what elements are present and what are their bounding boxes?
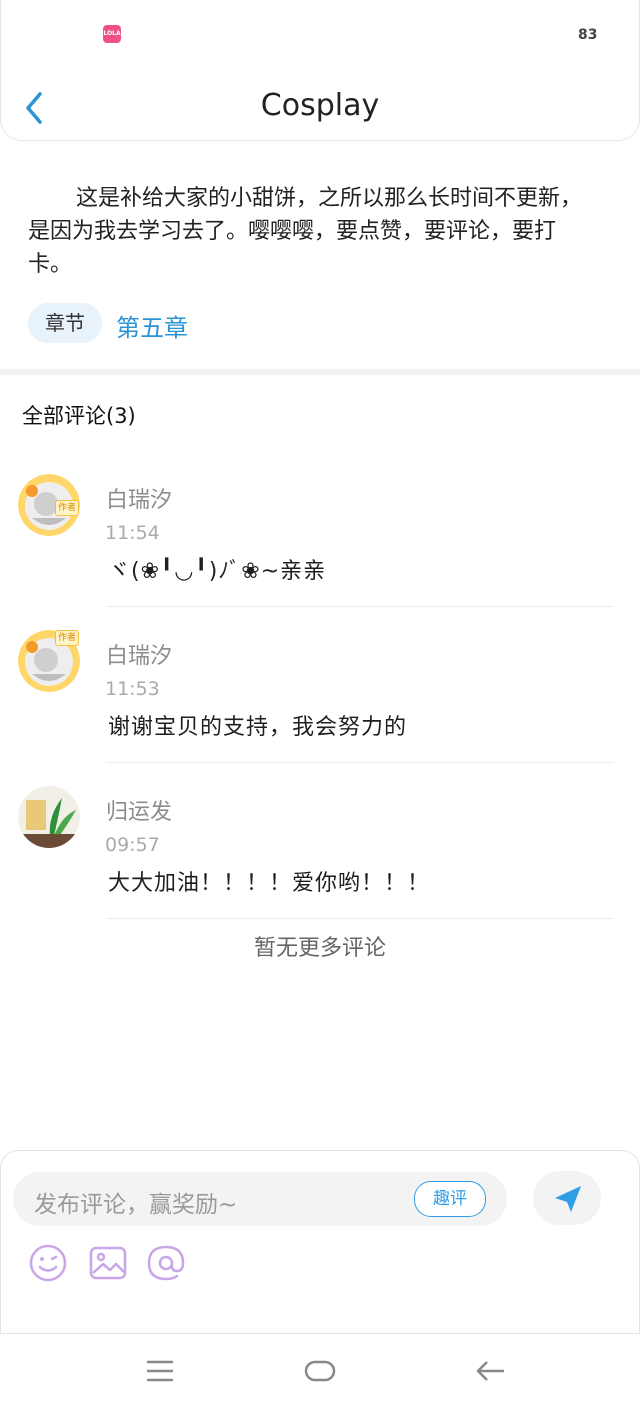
page-title: Cosplay bbox=[260, 88, 380, 123]
chapter-intro: 这是补给大家的小甜饼，之所以那么长时间不更新，是因为我去学习去了。嘤嘤嘤，要点赞… bbox=[28, 186, 583, 277]
comment-item: 归运发 09:57 大大加油！！！！爱你哟！！！ bbox=[0, 772, 640, 922]
author-badge: 作者 bbox=[55, 630, 79, 646]
nav-back-button[interactable] bbox=[470, 1356, 510, 1386]
app-badge-icon: LOLA bbox=[103, 25, 121, 43]
send-icon bbox=[555, 1186, 581, 1212]
comment-divider bbox=[106, 918, 614, 919]
quping-button[interactable]: 趣评 bbox=[414, 1181, 486, 1217]
comment-text: 谢谢宝贝的支持，我会努力的 bbox=[108, 715, 408, 740]
chapter-tag: 章节 bbox=[28, 303, 102, 343]
comment-divider bbox=[106, 606, 614, 607]
comment-item: 作者 白瑞汐 11:54 ヾ(❀╹◡╹)ﾉﾞ❀~亲亲 bbox=[0, 460, 640, 610]
home-button[interactable] bbox=[300, 1356, 340, 1386]
image-icon bbox=[89, 1246, 127, 1280]
comment-author[interactable]: 白瑞汐 bbox=[106, 482, 172, 514]
comment-author[interactable]: 白瑞汐 bbox=[106, 638, 172, 670]
home-icon bbox=[304, 1360, 336, 1382]
comment-text: ヾ(❀╹◡╹)ﾉﾞ❀~亲亲 bbox=[108, 559, 327, 584]
comment-author[interactable]: 归运发 bbox=[106, 794, 172, 826]
author-badge: 作者 bbox=[55, 500, 79, 516]
comment-text: 大大加油！！！！爱你哟！！！ bbox=[108, 871, 431, 896]
comment-time: 11:54 bbox=[105, 522, 160, 544]
image-button[interactable] bbox=[88, 1243, 128, 1283]
send-button[interactable] bbox=[533, 1171, 601, 1225]
comment-item: 作者 白瑞汐 11:53 谢谢宝贝的支持，我会努力的 bbox=[0, 616, 640, 766]
emoji-button[interactable] bbox=[28, 1243, 68, 1283]
comment-time: 09:57 bbox=[105, 834, 160, 856]
back-arrow-icon bbox=[476, 1361, 504, 1381]
chapter-link[interactable]: 第五章 bbox=[116, 308, 188, 343]
menu-button[interactable] bbox=[140, 1356, 180, 1386]
emoji-icon bbox=[29, 1244, 67, 1282]
comment-divider bbox=[106, 762, 614, 763]
comment-input-placeholder: 发布评论，赢奖励~ bbox=[34, 1192, 238, 1218]
at-button[interactable] bbox=[146, 1243, 186, 1283]
comment-time: 11:53 bbox=[105, 678, 160, 700]
plant-avatar-icon[interactable] bbox=[18, 786, 80, 848]
section-divider bbox=[0, 369, 640, 375]
at-icon bbox=[147, 1245, 185, 1281]
no-more-comments: 暂无更多评论 bbox=[253, 936, 386, 961]
menu-icon bbox=[147, 1360, 173, 1382]
comments-count-header: 全部评论(3) bbox=[22, 404, 136, 428]
battery-level: 83 bbox=[578, 27, 598, 43]
